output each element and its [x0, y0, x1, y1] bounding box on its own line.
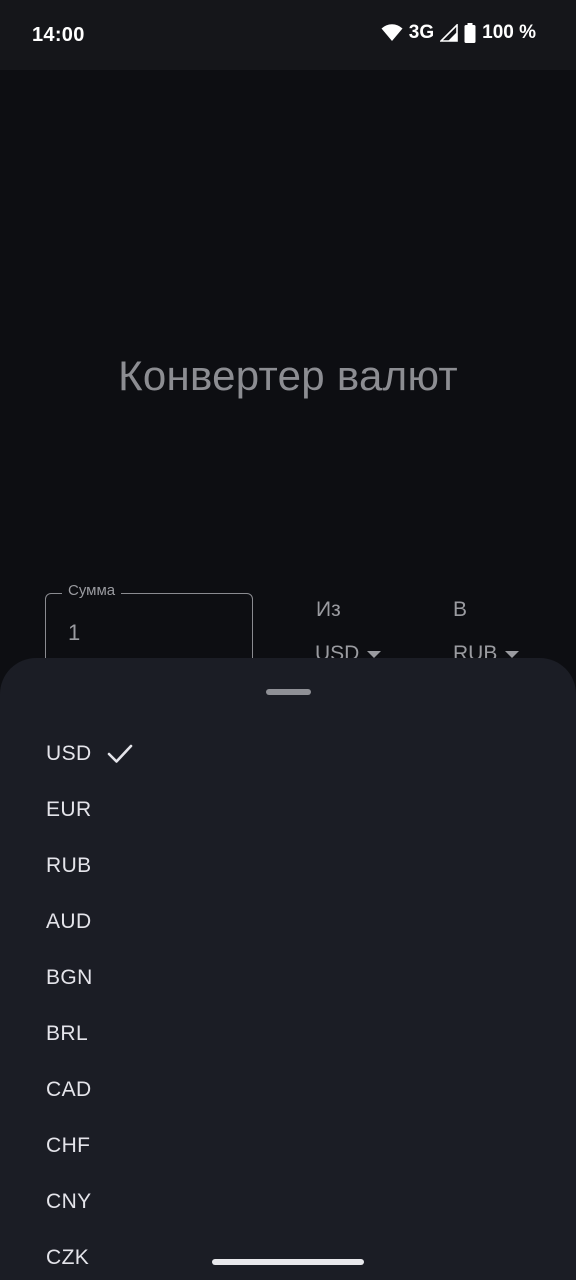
status-bar: 14:00 3G 100 %	[0, 0, 576, 70]
battery-icon	[464, 23, 476, 43]
currency-option-usd[interactable]: USD	[0, 726, 576, 782]
amount-label: Сумма	[62, 582, 122, 599]
dropdown-arrow-icon	[367, 650, 382, 658]
network-type: 3G	[408, 22, 435, 43]
drag-handle[interactable]	[266, 689, 311, 695]
currency-option-label: RUB	[46, 854, 92, 877]
page-title: Конвертер валют	[118, 352, 458, 399]
currency-option-label: CNY	[46, 1190, 92, 1213]
currency-option-czk[interactable]: CZK	[0, 1230, 576, 1280]
from-label: Из	[316, 598, 341, 621]
currency-option-aud[interactable]: AUD	[0, 894, 576, 950]
currency-option-chf[interactable]: CHF	[0, 1118, 576, 1174]
wifi-icon	[381, 24, 403, 42]
screen: 14:00 3G 100 % Конвертер валют Сумма 1 И…	[0, 0, 576, 1280]
status-icons: 3G 100 %	[381, 22, 536, 44]
currency-option-eur[interactable]: EUR	[0, 782, 576, 838]
currency-option-bgn[interactable]: BGN	[0, 950, 576, 1006]
currency-option-rub[interactable]: RUB	[0, 838, 576, 894]
currency-option-cad[interactable]: CAD	[0, 1062, 576, 1118]
signal-icon	[440, 24, 458, 42]
currency-option-brl[interactable]: BRL	[0, 1006, 576, 1062]
status-time: 14:00	[32, 24, 85, 46]
currency-option-label: AUD	[46, 910, 92, 933]
check-icon	[106, 743, 134, 765]
currency-option-label: CZK	[46, 1246, 90, 1269]
currency-option-cny[interactable]: CNY	[0, 1174, 576, 1230]
currency-option-label: CHF	[46, 1134, 91, 1157]
battery-level: 100 %	[482, 22, 536, 43]
currency-option-label: CAD	[46, 1078, 92, 1101]
currency-bottom-sheet: USD EUR RUB AUD BGN BRL CAD CHF CNY CZK	[0, 658, 576, 1280]
currency-option-label: USD	[46, 742, 92, 765]
gesture-nav-bar[interactable]	[212, 1259, 364, 1265]
amount-value[interactable]: 1	[68, 620, 80, 646]
currency-option-label: EUR	[46, 798, 92, 821]
dropdown-arrow-icon	[505, 650, 520, 658]
currency-option-label: BRL	[46, 1022, 89, 1045]
currency-option-label: BGN	[46, 966, 93, 989]
to-label: В	[453, 598, 468, 621]
